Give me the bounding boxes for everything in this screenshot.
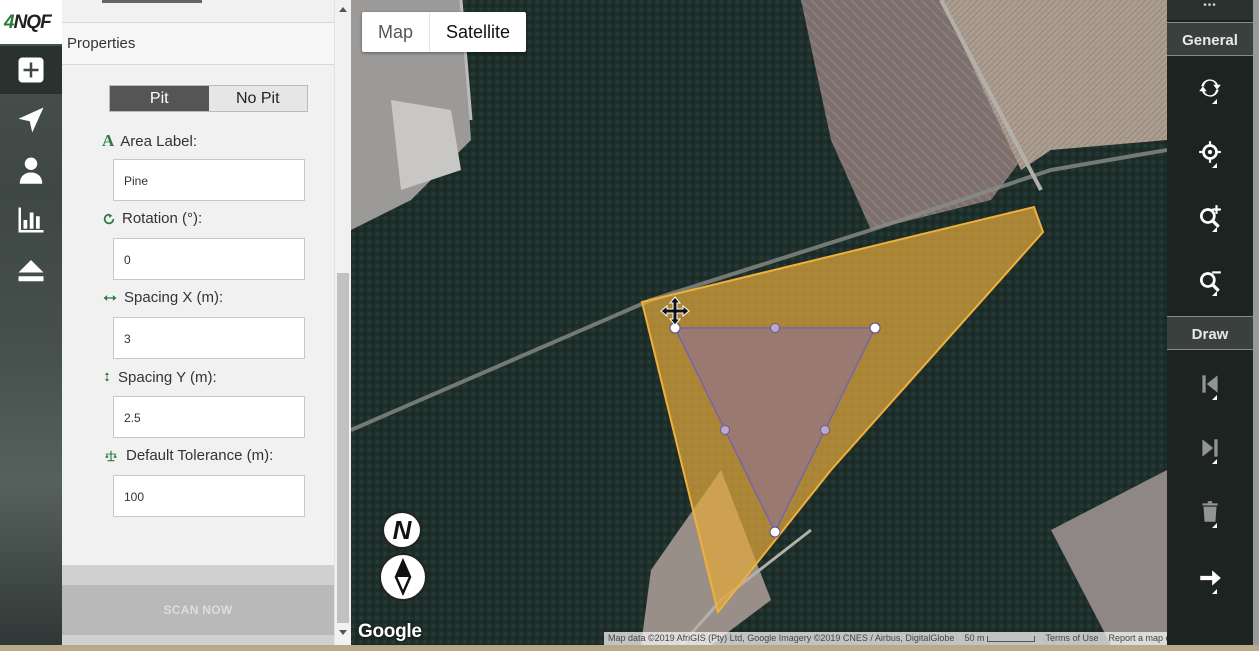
map-type-map[interactable]: Map [362,12,431,52]
draw-section-header: Draw [1167,316,1253,350]
area-label-label: A Area Label: [102,131,198,150]
tolerance-label: Default Tolerance (m): [102,447,273,464]
zoom-in-button[interactable] [1167,184,1253,248]
arrow-right-icon [1200,570,1221,586]
vertical-arrows-icon [104,372,110,382]
panel-scrollbar[interactable] [334,0,351,645]
general-section-header: General [1167,22,1253,56]
zoom-out-icon [1199,271,1221,292]
scan-now-button[interactable]: SCAN NOW [62,585,334,635]
scroll-down-arrow[interactable] [339,630,347,635]
toolbar-handle[interactable]: ••• [1167,0,1253,20]
zoom-out-button[interactable] [1167,248,1253,312]
rotation-label: Rotation (°): [102,210,202,227]
map-type-control: Map Satellite [362,12,527,52]
plus-square-icon [18,57,44,83]
scale-bar [987,635,1036,642]
next-button[interactable] [1167,416,1253,480]
zoom-in-icon [1199,205,1221,228]
spacing-y-input[interactable]: 2.5 [113,396,305,438]
eject-button[interactable] [0,246,62,294]
spacing-y-label: Spacing Y (m): [102,368,217,386]
google-logo: Google [358,621,422,642]
horizontal-arrows-icon [103,294,117,301]
user-button[interactable] [0,146,62,194]
midpoint-handle[interactable] [770,323,780,333]
refresh-button[interactable] [1167,56,1253,120]
map-attribution-bar: Map data ©2019 AfriGIS (Pty) Ltd, Google… [604,632,1167,645]
eject-icon [18,260,44,282]
window-right-edge [1253,0,1259,651]
font-a-icon: A [102,131,115,150]
report-error-link[interactable]: Report a map error [1108,633,1167,645]
skip-back-icon [1202,375,1218,393]
properties-panel: Properties Pit No Pit A Area Label: Pine… [62,0,334,645]
midpoint-handle[interactable] [720,425,730,435]
scale-balance-icon [105,450,117,461]
locate-button[interactable] [1167,120,1253,184]
compass-button[interactable] [379,553,427,601]
spacing-x-input[interactable]: 3 [113,317,305,359]
panel-tab-indicator [102,0,202,3]
area-label-input[interactable]: Pine [113,159,305,201]
tolerance-input[interactable]: 100 [113,475,305,517]
satellite-imagery [351,0,1167,645]
rotation-input[interactable]: 0 [113,238,305,280]
vertex-handle[interactable] [769,526,781,538]
satellite-map[interactable]: Map Satellite N Google Map data ©2019 Af… [351,0,1167,645]
app-window: 4NQF Properties Pit No Pit A Area Label:… [0,0,1259,651]
scroll-up-arrow[interactable] [339,7,347,12]
refresh-icon [1199,79,1221,97]
bar-chart-icon [18,207,44,233]
terms-link[interactable]: Terms of Use [1045,633,1098,645]
previous-button[interactable] [1167,352,1253,416]
right-toolbar: ••• General Draw [1167,0,1253,645]
panel-title: Properties [62,22,334,65]
no-pit-option[interactable]: No Pit [208,86,307,111]
locate-crosshair-icon [1199,141,1221,163]
pit-toggle: Pit No Pit [109,85,308,112]
navigate-button[interactable] [0,96,62,144]
vertex-handle[interactable] [869,322,881,334]
map-scale[interactable]: 50 m [964,633,1036,645]
refresh-icon [103,213,115,224]
navigate-arrow-icon [18,107,44,133]
spacing-x-label: Spacing X (m): [102,289,223,306]
forward-button[interactable] [1167,546,1253,610]
north-indicator[interactable]: N [382,511,422,549]
app-logo: 4NQF [0,0,62,44]
skip-forward-icon [1202,439,1218,457]
map-type-satellite[interactable]: Satellite [430,12,526,52]
pit-option[interactable]: Pit [110,86,209,111]
midpoint-handle[interactable] [820,425,830,435]
user-icon [19,157,43,184]
map-data-credit: Map data ©2019 AfriGIS (Pty) Ltd, Google… [608,633,955,643]
add-area-button[interactable] [0,46,62,94]
compass-needle-icon [394,557,412,597]
window-bottom-edge [0,645,1259,651]
delete-button[interactable] [1167,480,1253,544]
scroll-thumb[interactable] [337,273,349,623]
trash-icon [1202,501,1218,522]
reports-button[interactable] [0,196,62,244]
left-nav-rail: 4NQF [0,0,62,645]
